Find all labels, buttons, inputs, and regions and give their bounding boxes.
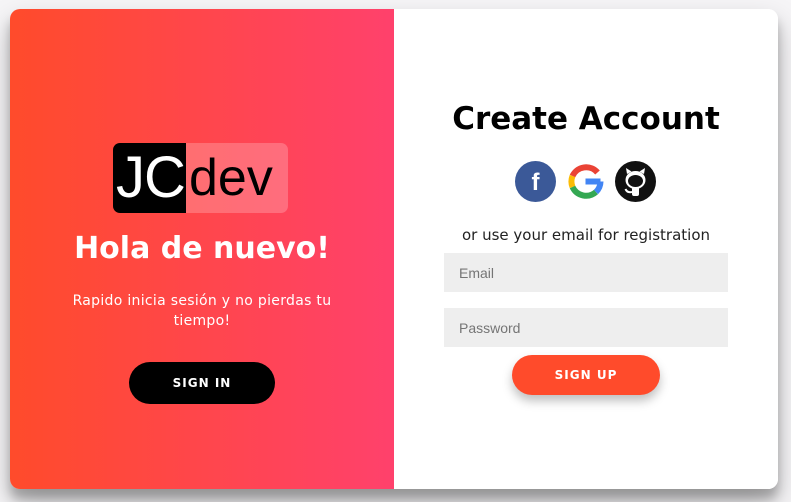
email-input[interactable]: [444, 253, 728, 292]
welcome-panel: JC dev Hola de nuevo! Rapido inicia sesi…: [10, 9, 394, 489]
facebook-icon[interactable]: f: [515, 161, 556, 202]
sign-up-button[interactable]: SIGN UP: [512, 355, 660, 395]
create-account-title: Create Account: [452, 101, 720, 137]
logo-jc-text: JC: [113, 143, 186, 213]
auth-card: JC dev Hola de nuevo! Rapido inicia sesi…: [10, 9, 778, 489]
welcome-text: Rapido inicia sesión y no pierdas tu tie…: [72, 293, 332, 329]
github-icon[interactable]: [615, 161, 656, 202]
welcome-title: Hola de nuevo!: [74, 231, 330, 266]
google-icon[interactable]: [565, 161, 606, 202]
svg-text:f: f: [532, 169, 541, 196]
logo-dev-text: dev: [186, 143, 288, 213]
sign-in-button[interactable]: SIGN IN: [129, 362, 275, 404]
password-input[interactable]: [444, 308, 728, 347]
jcdev-logo: JC dev: [113, 143, 288, 213]
social-login-row: f: [515, 161, 656, 202]
registration-text: or use your email for registration: [462, 226, 710, 244]
sign-up-form: Create Account f or use your email for r…: [394, 9, 778, 489]
